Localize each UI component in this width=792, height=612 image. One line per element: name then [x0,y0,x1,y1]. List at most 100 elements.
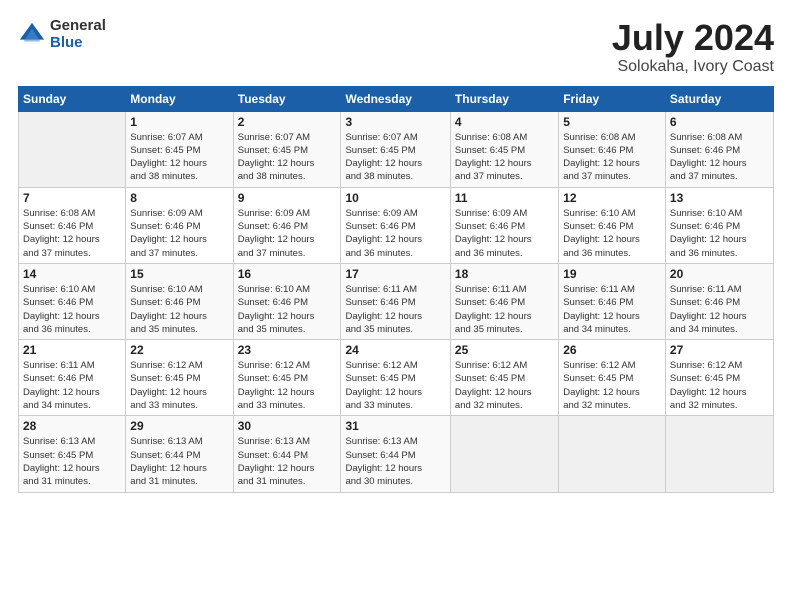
logo-general-text: General [50,18,106,35]
day-info: Sunrise: 6:08 AMSunset: 6:45 PMDaylight:… [455,131,554,184]
day-info: Sunrise: 6:11 AMSunset: 6:46 PMDaylight:… [455,283,554,336]
logo-icon [18,21,46,49]
day-info: Sunrise: 6:09 AMSunset: 6:46 PMDaylight:… [345,207,445,260]
day-info: Sunrise: 6:10 AMSunset: 6:46 PMDaylight:… [670,207,769,260]
col-sunday: Sunday [19,86,126,111]
subtitle: Solokaha, Ivory Coast [612,58,774,76]
day-info: Sunrise: 6:09 AMSunset: 6:46 PMDaylight:… [238,207,337,260]
day-number: 15 [130,267,228,281]
calendar-week-row: 14 Sunrise: 6:10 AMSunset: 6:46 PMDayligh… [19,263,774,339]
table-row: 7Sunrise: 6:08 AMSunset: 6:46 PMDaylight… [19,187,126,263]
col-thursday: Thursday [450,86,558,111]
table-row [19,111,126,187]
main-title: July 2024 [612,18,774,58]
table-row: 27Sunrise: 6:12 AMSunset: 6:45 PMDayligh… [665,340,773,416]
table-row: 8 Sunrise: 6:09 AMSunset: 6:46 PMDaylight… [126,187,233,263]
day-info: Sunrise: 6:07 AMSunset: 6:45 PMDaylight:… [238,131,337,184]
day-info: Sunrise: 6:13 AMSunset: 6:44 PMDaylight:… [130,435,228,488]
table-row: 16 Sunrise: 6:10 AMSunset: 6:46 PMDayligh… [233,263,341,339]
day-info: Sunrise: 6:13 AMSunset: 6:44 PMDaylight:… [238,435,337,488]
day-info: Sunrise: 6:11 AMSunset: 6:46 PMDaylight:… [345,283,445,336]
logo-text: General Blue [50,18,106,51]
day-info: Sunrise: 6:08 AMSunset: 6:46 PMDaylight:… [23,207,121,260]
table-row: 11Sunrise: 6:09 AMSunset: 6:46 PMDayligh… [450,187,558,263]
table-row: 14 Sunrise: 6:10 AMSunset: 6:46 PMDayligh… [19,263,126,339]
day-number: 16 [238,267,337,281]
day-number: 23 [238,343,337,357]
day-info: Sunrise: 6:07 AMSunset: 6:45 PMDaylight:… [345,131,445,184]
day-number: 8 [130,191,228,205]
calendar-week-row: 7Sunrise: 6:08 AMSunset: 6:46 PMDaylight… [19,187,774,263]
day-number: 19 [563,267,661,281]
day-info: Sunrise: 6:07 AMSunset: 6:45 PMDaylight:… [130,131,228,184]
day-number: 25 [455,343,554,357]
day-info: Sunrise: 6:12 AMSunset: 6:45 PMDaylight:… [130,359,228,412]
table-row: 2 Sunrise: 6:07 AMSunset: 6:45 PMDaylight… [233,111,341,187]
day-number: 26 [563,343,661,357]
day-info: Sunrise: 6:11 AMSunset: 6:46 PMDaylight:… [670,283,769,336]
calendar-week-row: 21Sunrise: 6:11 AMSunset: 6:46 PMDayligh… [19,340,774,416]
table-row: 12Sunrise: 6:10 AMSunset: 6:46 PMDayligh… [559,187,666,263]
table-row: 13 Sunrise: 6:10 AMSunset: 6:46 PMDayligh… [665,187,773,263]
day-number: 20 [670,267,769,281]
day-number: 10 [345,191,445,205]
table-row: 17 Sunrise: 6:11 AMSunset: 6:46 PMDayligh… [341,263,450,339]
day-info: Sunrise: 6:13 AMSunset: 6:44 PMDaylight:… [345,435,445,488]
day-number: 4 [455,115,554,129]
table-row [665,416,773,492]
day-info: Sunrise: 6:08 AMSunset: 6:46 PMDaylight:… [670,131,769,184]
table-row: 22 Sunrise: 6:12 AMSunset: 6:45 PMDayligh… [126,340,233,416]
table-row: 31Sunrise: 6:13 AMSunset: 6:44 PMDayligh… [341,416,450,492]
table-row: 30 Sunrise: 6:13 AMSunset: 6:44 PMDayligh… [233,416,341,492]
calendar-table: Sunday Monday Tuesday Wednesday Thursday… [18,86,774,493]
day-number: 13 [670,191,769,205]
table-row: 3 Sunrise: 6:07 AMSunset: 6:45 PMDaylight… [341,111,450,187]
day-info: Sunrise: 6:12 AMSunset: 6:45 PMDaylight:… [345,359,445,412]
table-row: 9 Sunrise: 6:09 AMSunset: 6:46 PMDaylight… [233,187,341,263]
day-number: 17 [345,267,445,281]
logo: General Blue [18,18,106,51]
table-row: 21Sunrise: 6:11 AMSunset: 6:46 PMDayligh… [19,340,126,416]
day-info: Sunrise: 6:10 AMSunset: 6:46 PMDaylight:… [238,283,337,336]
table-row [559,416,666,492]
col-wednesday: Wednesday [341,86,450,111]
day-info: Sunrise: 6:12 AMSunset: 6:45 PMDaylight:… [563,359,661,412]
table-row [450,416,558,492]
day-info: Sunrise: 6:09 AMSunset: 6:46 PMDaylight:… [455,207,554,260]
logo-blue-text: Blue [50,35,106,52]
day-info: Sunrise: 6:08 AMSunset: 6:46 PMDaylight:… [563,131,661,184]
day-info: Sunrise: 6:10 AMSunset: 6:46 PMDaylight:… [23,283,121,336]
day-info: Sunrise: 6:11 AMSunset: 6:46 PMDaylight:… [563,283,661,336]
calendar-week-row: 1 Sunrise: 6:07 AMSunset: 6:45 PMDaylight… [19,111,774,187]
day-info: Sunrise: 6:09 AMSunset: 6:46 PMDaylight:… [130,207,228,260]
day-info: Sunrise: 6:12 AMSunset: 6:45 PMDaylight:… [238,359,337,412]
table-row: 20 Sunrise: 6:11 AMSunset: 6:46 PMDayligh… [665,263,773,339]
table-row: 25Sunrise: 6:12 AMSunset: 6:45 PMDayligh… [450,340,558,416]
day-number: 3 [345,115,445,129]
table-row: 5Sunrise: 6:08 AMSunset: 6:46 PMDaylight… [559,111,666,187]
table-row: 26 Sunrise: 6:12 AMSunset: 6:45 PMDayligh… [559,340,666,416]
day-number: 22 [130,343,228,357]
day-number: 29 [130,419,228,433]
table-row: 23 Sunrise: 6:12 AMSunset: 6:45 PMDayligh… [233,340,341,416]
day-number: 2 [238,115,337,129]
day-number: 14 [23,267,121,281]
day-number: 24 [345,343,445,357]
table-row: 18Sunrise: 6:11 AMSunset: 6:46 PMDayligh… [450,263,558,339]
day-number: 1 [130,115,228,129]
col-tuesday: Tuesday [233,86,341,111]
day-number: 9 [238,191,337,205]
table-row: 15 Sunrise: 6:10 AMSunset: 6:46 PMDayligh… [126,263,233,339]
day-number: 21 [23,343,121,357]
day-info: Sunrise: 6:13 AMSunset: 6:45 PMDaylight:… [23,435,121,488]
table-row: 28Sunrise: 6:13 AMSunset: 6:45 PMDayligh… [19,416,126,492]
day-info: Sunrise: 6:10 AMSunset: 6:46 PMDaylight:… [563,207,661,260]
page: General Blue July 2024 Solokaha, Ivory C… [0,0,792,612]
day-number: 30 [238,419,337,433]
day-info: Sunrise: 6:10 AMSunset: 6:46 PMDaylight:… [130,283,228,336]
title-block: July 2024 Solokaha, Ivory Coast [612,18,774,76]
table-row: 1 Sunrise: 6:07 AMSunset: 6:45 PMDaylight… [126,111,233,187]
col-friday: Friday [559,86,666,111]
day-info: Sunrise: 6:12 AMSunset: 6:45 PMDaylight:… [670,359,769,412]
table-row: 6Sunrise: 6:08 AMSunset: 6:46 PMDaylight… [665,111,773,187]
